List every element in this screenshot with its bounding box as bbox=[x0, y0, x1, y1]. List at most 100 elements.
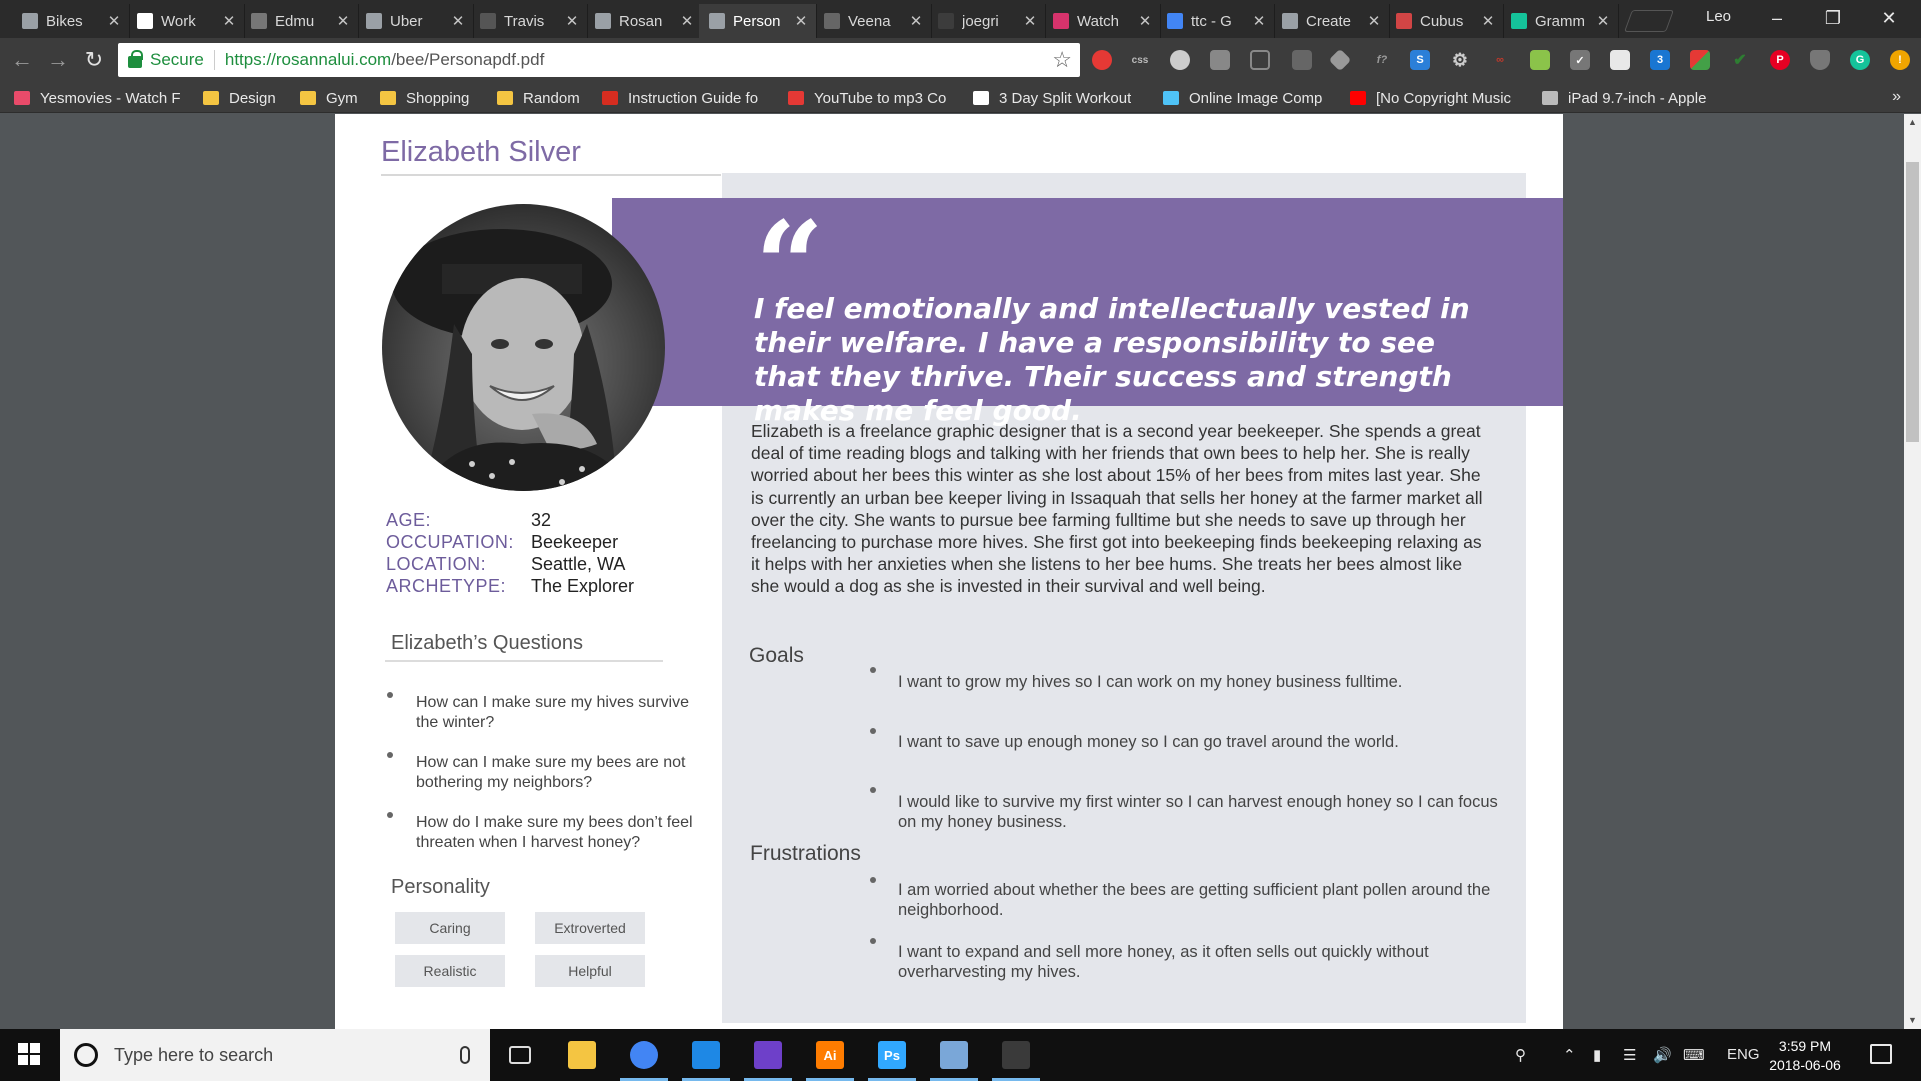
tab-gramm[interactable]: Gramm ✕ bbox=[1501, 4, 1619, 38]
forward-icon[interactable]: → bbox=[44, 46, 72, 74]
bookmark-star-icon[interactable]: ☆ bbox=[1052, 47, 1072, 73]
close-tab-icon[interactable]: ✕ bbox=[1479, 12, 1497, 30]
bookmark-item[interactable]: YouTube to mp3 Co bbox=[788, 88, 946, 108]
bookmarks-overflow-button[interactable]: » bbox=[1892, 88, 1901, 106]
back-icon[interactable]: ← bbox=[8, 46, 36, 74]
close-tab-icon[interactable]: ✕ bbox=[1594, 12, 1612, 30]
tab-joegri[interactable]: joegri ✕ bbox=[928, 4, 1046, 38]
close-tab-icon[interactable]: ✕ bbox=[792, 12, 810, 30]
grammarly-extension-icon[interactable]: G bbox=[1850, 50, 1870, 70]
cast-icon[interactable] bbox=[1250, 50, 1270, 70]
s-extension-icon[interactable]: S bbox=[1410, 50, 1430, 70]
action-center-icon[interactable] bbox=[1870, 1044, 1892, 1064]
close-tab-icon[interactable]: ✕ bbox=[220, 12, 238, 30]
address-bar[interactable]: Secure https://rosannalui.com/bee/Person… bbox=[118, 43, 1080, 77]
bookmark-item[interactable]: Yesmovies - Watch F bbox=[14, 88, 181, 108]
close-tab-icon[interactable]: ✕ bbox=[1250, 12, 1268, 30]
minimize-icon[interactable]: – bbox=[1754, 4, 1800, 32]
check-extension-icon[interactable]: ✓ bbox=[1570, 50, 1590, 70]
bookmark-item[interactable]: Design bbox=[203, 88, 276, 108]
font-extension-icon[interactable]: f? bbox=[1372, 50, 1392, 70]
people-icon[interactable]: ⚲ bbox=[1515, 1046, 1526, 1064]
taskbar-app-task-view[interactable] bbox=[492, 1029, 548, 1081]
taskbar-app-github-desktop[interactable] bbox=[740, 1029, 796, 1081]
taskbar-app-chrome[interactable] bbox=[616, 1029, 672, 1081]
tab-uber[interactable]: Uber ✕ bbox=[356, 4, 474, 38]
bookmark-item[interactable]: Online Image Comp bbox=[1163, 88, 1322, 108]
new-tab-button[interactable] bbox=[1623, 10, 1675, 32]
extension-k-icon[interactable] bbox=[1210, 50, 1230, 70]
close-tab-icon[interactable]: ✕ bbox=[1365, 12, 1383, 30]
adblock-extension-icon[interactable] bbox=[1092, 50, 1112, 70]
close-tab-icon[interactable]: ✕ bbox=[563, 12, 581, 30]
bookmarks-bar: Yesmovies - Watch F Design Gym Shopping Rand… bbox=[0, 82, 1921, 113]
microphone-icon[interactable] bbox=[460, 1046, 470, 1064]
system-clock[interactable]: 3:59 PM 2018-06-06 bbox=[1760, 1037, 1850, 1075]
green-extension-icon[interactable] bbox=[1530, 50, 1550, 70]
taskbar-app-illustrator[interactable]: Ai bbox=[802, 1029, 858, 1081]
keyboard-icon[interactable]: ⌨ bbox=[1683, 1046, 1705, 1064]
tab-ttc-g[interactable]: ttc - G ✕ bbox=[1157, 4, 1275, 38]
restore-icon[interactable]: ❐ bbox=[1810, 4, 1856, 32]
close-tab-icon[interactable]: ✕ bbox=[105, 12, 123, 30]
taskbar-app-photos[interactable] bbox=[926, 1029, 982, 1081]
language-indicator[interactable]: ENG bbox=[1727, 1046, 1760, 1063]
taskbar-app-visual-app[interactable] bbox=[678, 1029, 734, 1081]
close-tab-icon[interactable]: ✕ bbox=[449, 12, 467, 30]
close-window-icon[interactable]: ✕ bbox=[1866, 4, 1912, 32]
pdf-viewer[interactable]: “ I feel emotionally and intellectually … bbox=[0, 114, 1921, 1029]
reload-icon[interactable]: ↻ bbox=[80, 46, 108, 74]
taskbar-search[interactable]: Type here to search bbox=[60, 1029, 490, 1081]
pen-extension-icon[interactable] bbox=[1292, 50, 1312, 70]
shield-extension-icon[interactable] bbox=[1810, 50, 1830, 70]
bookmark-item[interactable]: Shopping bbox=[380, 88, 469, 108]
tab-veena[interactable]: Veena ✕ bbox=[814, 4, 932, 38]
css3-extension-icon[interactable]: 3 bbox=[1650, 50, 1670, 70]
menu-alert-icon[interactable]: ! bbox=[1890, 50, 1910, 70]
settings-extension-icon[interactable]: ⚙ bbox=[1450, 50, 1470, 70]
google-icon bbox=[1167, 13, 1183, 29]
tab-travis[interactable]: Travis ✕ bbox=[470, 4, 588, 38]
taskbar-app-calculator[interactable] bbox=[988, 1029, 1044, 1081]
cortana-icon[interactable] bbox=[74, 1043, 98, 1067]
tab-cubus[interactable]: Cubus ✕ bbox=[1386, 4, 1504, 38]
taskbar-app-photoshop[interactable]: Ps bbox=[864, 1029, 920, 1081]
windows-start-icon[interactable] bbox=[18, 1043, 40, 1065]
close-tab-icon[interactable]: ✕ bbox=[1136, 12, 1154, 30]
volume-icon[interactable]: 🔊 bbox=[1653, 1046, 1672, 1064]
calendar-extension-icon[interactable] bbox=[1610, 50, 1630, 70]
link-extension-icon[interactable]: ∞ bbox=[1490, 50, 1510, 70]
battery-icon[interactable]: ▮ bbox=[1593, 1046, 1601, 1064]
bookmark-item[interactable]: Instruction Guide fo bbox=[602, 88, 758, 108]
extension-circle-icon[interactable] bbox=[1170, 50, 1190, 70]
profile-name[interactable]: Leo bbox=[1706, 8, 1731, 25]
pinterest-extension-icon[interactable]: P bbox=[1770, 50, 1790, 70]
scroll-thumb[interactable] bbox=[1906, 162, 1919, 442]
close-tab-icon[interactable]: ✕ bbox=[907, 12, 925, 30]
taskbar-app-file-explorer[interactable] bbox=[554, 1029, 610, 1081]
grid-extension-icon[interactable] bbox=[1690, 50, 1710, 70]
css-extension-icon[interactable]: css bbox=[1130, 50, 1150, 70]
bookmark-item[interactable]: Random bbox=[497, 88, 580, 108]
bookmark-item[interactable]: iPad 9.7-inch - Apple bbox=[1542, 88, 1706, 108]
check-green-extension-icon[interactable]: ✔ bbox=[1730, 50, 1750, 70]
wifi-icon[interactable]: ☰ bbox=[1623, 1046, 1636, 1064]
tab-edmu[interactable]: Edmu ✕ bbox=[241, 4, 359, 38]
bookmark-item[interactable]: Gym bbox=[300, 88, 358, 108]
tab-watch[interactable]: Watch ✕ bbox=[1043, 4, 1161, 38]
close-tab-icon[interactable]: ✕ bbox=[334, 12, 352, 30]
close-tab-icon[interactable]: ✕ bbox=[1021, 12, 1039, 30]
tab-bikes[interactable]: Bikes ✕ bbox=[12, 4, 130, 38]
bookmark-item[interactable]: [No Copyright Music bbox=[1350, 88, 1511, 108]
scroll-down-icon[interactable]: ▼ bbox=[1904, 1012, 1921, 1029]
chevron-up-icon[interactable]: ⌃ bbox=[1563, 1046, 1576, 1064]
tab-rosan[interactable]: Rosan ✕ bbox=[585, 4, 703, 38]
layers-extension-icon[interactable] bbox=[1328, 48, 1352, 72]
bookmark-item[interactable]: 3 Day Split Workout bbox=[973, 88, 1131, 108]
tab-work[interactable]: Work ✕ bbox=[127, 4, 245, 38]
close-tab-icon[interactable]: ✕ bbox=[678, 12, 696, 30]
scroll-up-icon[interactable]: ▲ bbox=[1904, 114, 1921, 131]
vertical-scrollbar[interactable]: ▲ ▼ bbox=[1904, 114, 1921, 1029]
tab-create[interactable]: Create ✕ bbox=[1272, 4, 1390, 38]
tab-person[interactable]: Person ✕ bbox=[699, 4, 817, 38]
